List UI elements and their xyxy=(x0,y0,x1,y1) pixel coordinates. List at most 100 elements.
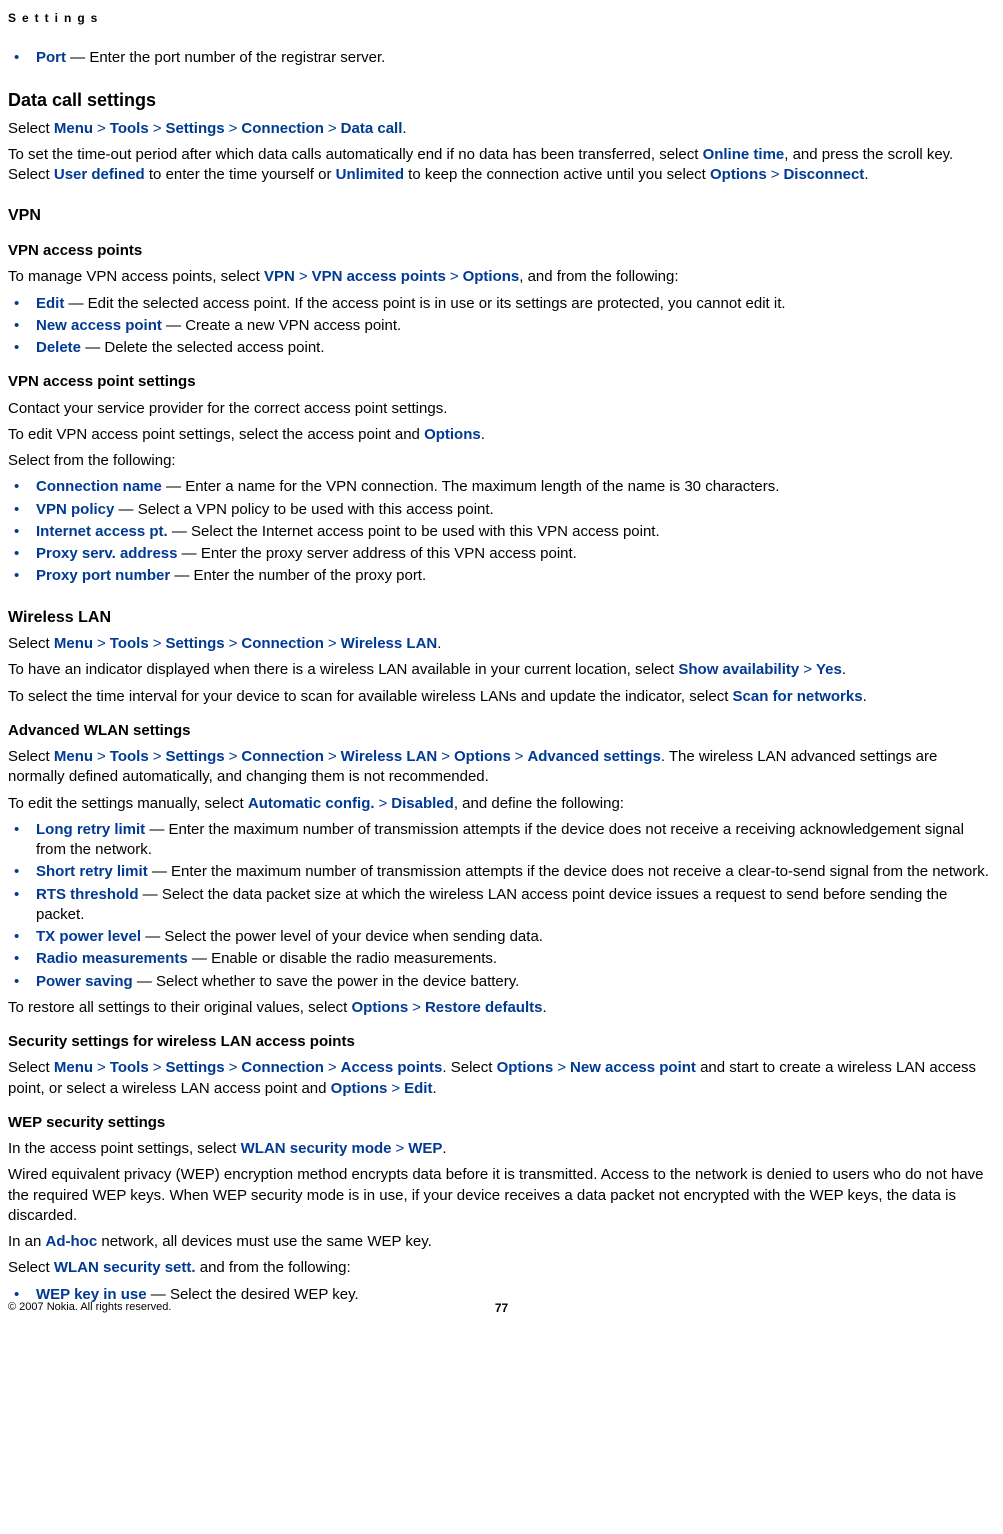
sec-wlan-p1: Select Menu>Tools>Settings>Connection>Ac… xyxy=(8,1058,995,1099)
text: , and from the following: xyxy=(519,268,678,285)
path-item: Menu xyxy=(54,748,93,765)
text: and from the following: xyxy=(196,1259,351,1276)
path-item: Access points xyxy=(341,1059,443,1076)
text: Select xyxy=(8,1059,54,1076)
path-item: Connection xyxy=(241,635,324,652)
wlan-path: Select Menu>Tools>Settings>Connection>Wi… xyxy=(8,634,995,654)
text: . xyxy=(402,120,406,137)
desc: — Delete the selected access point. xyxy=(81,339,324,356)
text: To manage VPN access points, select xyxy=(8,268,264,285)
term: Proxy serv. address xyxy=(36,545,177,562)
separator: > xyxy=(225,748,242,765)
path-item: Settings xyxy=(165,635,224,652)
term: Restore defaults xyxy=(425,999,543,1016)
desc: — Select the power level of your device … xyxy=(141,928,543,945)
separator: > xyxy=(93,748,110,765)
page-header-title: Settings xyxy=(8,10,995,26)
text: Select xyxy=(8,748,54,765)
separator: > xyxy=(767,166,784,183)
separator: > xyxy=(387,1080,404,1097)
separator: > xyxy=(149,635,166,652)
term: Options xyxy=(331,1080,388,1097)
text: . xyxy=(542,999,546,1016)
list-item: RTS threshold — Select the data packet s… xyxy=(8,885,995,926)
term: Scan for networks xyxy=(733,688,863,705)
separator: > xyxy=(93,1059,110,1076)
data-call-path: Select Menu>Tools>Settings>Connection>Da… xyxy=(8,119,995,139)
term: Short retry limit xyxy=(36,863,148,880)
path-item: Connection xyxy=(241,1059,324,1076)
separator: > xyxy=(225,120,242,137)
list-item: Edit — Edit the selected access point. I… xyxy=(8,294,995,314)
term: WEP xyxy=(408,1140,442,1157)
list-item: New access point — Create a new VPN acce… xyxy=(8,316,995,336)
term: Long retry limit xyxy=(36,821,145,838)
separator: > xyxy=(375,795,392,812)
wep-p4: Select WLAN security sett. and from the … xyxy=(8,1258,995,1278)
term: Options xyxy=(463,268,520,285)
term: Power saving xyxy=(36,973,133,990)
heading-vpn-ap-settings: VPN access point settings xyxy=(8,372,995,392)
desc: — Enter the port number of the registrar… xyxy=(66,49,385,66)
path-item: Tools xyxy=(110,635,149,652)
desc: — Enter a name for the VPN connection. T… xyxy=(162,478,780,495)
desc: — Enter the maximum number of transmissi… xyxy=(148,863,989,880)
separator: > xyxy=(149,748,166,765)
desc: — Edit the selected access point. If the… xyxy=(64,295,785,312)
term: WLAN security sett. xyxy=(54,1259,196,1276)
path-item: Settings xyxy=(165,748,224,765)
heading-adv-wlan: Advanced WLAN settings xyxy=(8,721,995,741)
separator: > xyxy=(511,748,528,765)
list-item: Delete — Delete the selected access poin… xyxy=(8,338,995,358)
list-item: Internet access pt. — Select the Interne… xyxy=(8,522,995,542)
term: Delete xyxy=(36,339,81,356)
separator: > xyxy=(391,1140,408,1157)
data-call-desc: To set the time-out period after which d… xyxy=(8,145,995,186)
term: Options xyxy=(710,166,767,183)
term: VPN access points xyxy=(312,268,446,285)
separator: > xyxy=(225,1059,242,1076)
vpn-settings-bullet-list: Connection name — Enter a name for the V… xyxy=(8,477,995,586)
path-item: Menu xyxy=(54,1059,93,1076)
text: To edit the settings manually, select xyxy=(8,795,248,812)
text: To set the time-out period after which d… xyxy=(8,146,703,163)
path-item: Advanced settings xyxy=(527,748,660,765)
path-item: Tools xyxy=(110,748,149,765)
list-item: Radio measurements — Enable or disable t… xyxy=(8,949,995,969)
text: . xyxy=(437,635,441,652)
desc: — Enter the number of the proxy port. xyxy=(170,567,426,584)
term: TX power level xyxy=(36,928,141,945)
term: New access point xyxy=(36,317,162,334)
term: Yes xyxy=(816,661,842,678)
path-item: Options xyxy=(454,748,511,765)
text: . xyxy=(863,688,867,705)
heading-data-call: Data call settings xyxy=(8,88,995,112)
desc: — Select a VPN policy to be used with th… xyxy=(114,501,493,518)
term: Port xyxy=(36,49,66,66)
text: To have an indicator displayed when ther… xyxy=(8,661,678,678)
vpn-ap-desc: To manage VPN access points, select VPN>… xyxy=(8,267,995,287)
separator: > xyxy=(437,748,454,765)
wlan-restore: To restore all settings to their origina… xyxy=(8,998,995,1018)
term: Unlimited xyxy=(336,166,404,183)
heading-sec-wlan-ap: Security settings for wireless LAN acces… xyxy=(8,1032,995,1052)
term: Radio measurements xyxy=(36,950,188,967)
term: Automatic config. xyxy=(248,795,375,812)
term: WLAN security mode xyxy=(241,1140,392,1157)
text: . Select xyxy=(442,1059,496,1076)
text: To select the time interval for your dev… xyxy=(8,688,733,705)
path-item: Data call xyxy=(341,120,403,137)
desc: — Enable or disable the radio measuremen… xyxy=(188,950,497,967)
term: VPN policy xyxy=(36,501,114,518)
path-item: Connection xyxy=(241,748,324,765)
separator: > xyxy=(149,1059,166,1076)
desc: — Select whether to save the power in th… xyxy=(133,973,520,990)
heading-wlan: Wireless LAN xyxy=(8,607,995,629)
page-number: 77 xyxy=(495,1300,508,1316)
separator: > xyxy=(324,635,341,652)
term: Options xyxy=(497,1059,554,1076)
list-item: Port — Enter the port number of the regi… xyxy=(8,48,995,68)
vpn-ap-set-p2: To edit VPN access point settings, selec… xyxy=(8,425,995,445)
path-item: Tools xyxy=(110,120,149,137)
path-item: Menu xyxy=(54,635,93,652)
